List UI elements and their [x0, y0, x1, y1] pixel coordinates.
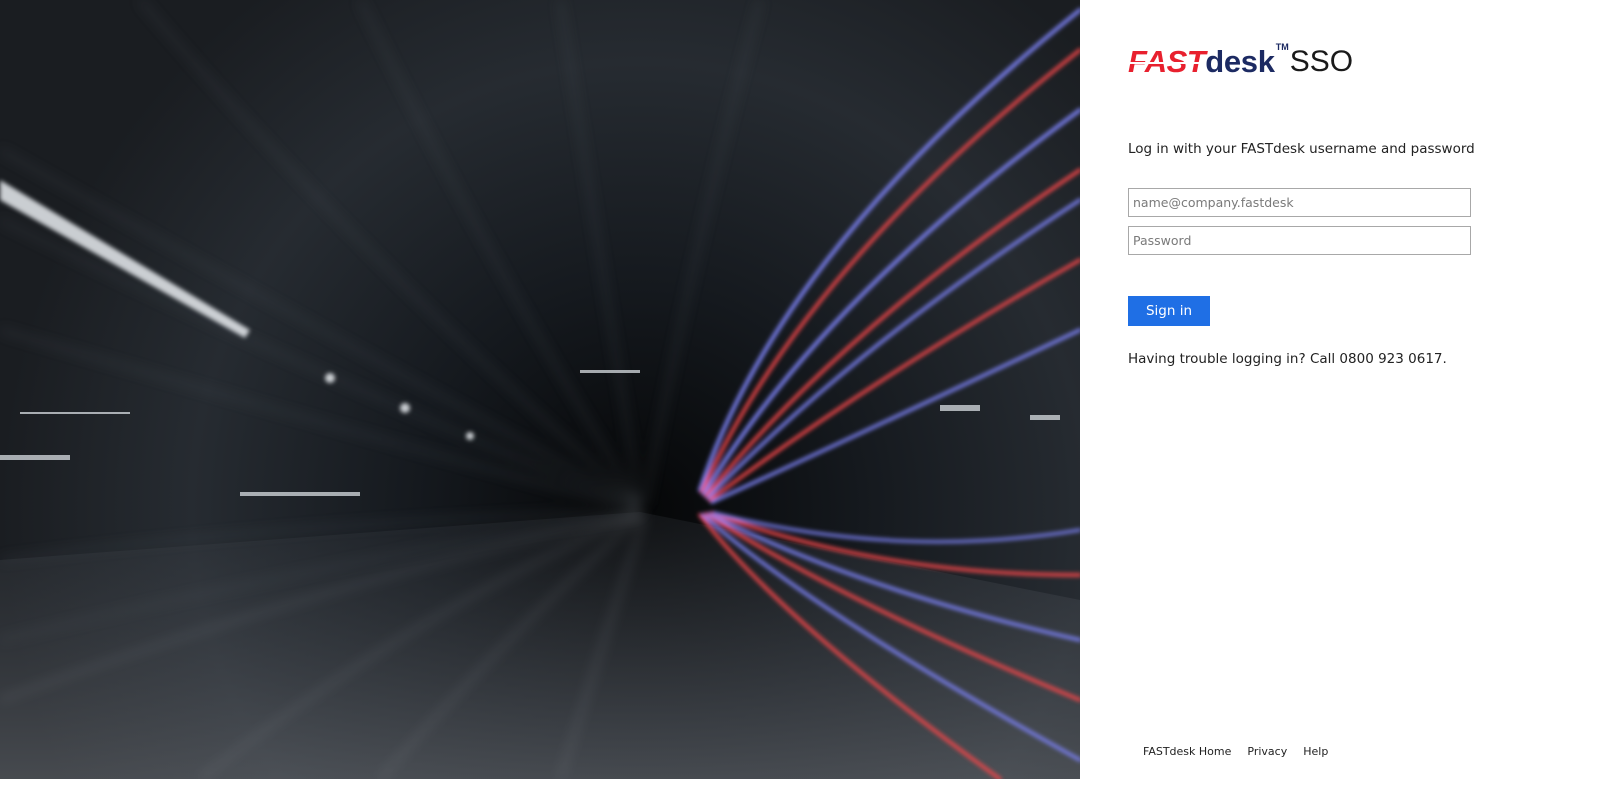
password-input[interactable]: [1128, 226, 1471, 255]
login-instructions: Log in with your FASTdesk username and p…: [1128, 141, 1475, 157]
logo-sso-text: SSO: [1289, 45, 1354, 78]
footer-link-privacy[interactable]: Privacy: [1247, 745, 1287, 758]
trouble-message: Having trouble logging in? Call 0800 923…: [1128, 351, 1447, 367]
logo-desk-text: desk: [1205, 44, 1275, 79]
logo-trademark: TM: [1275, 42, 1289, 52]
footer-link-help[interactable]: Help: [1303, 745, 1328, 758]
login-page: FAST desk TM SSO Log in with your FASTde…: [0, 0, 1599, 794]
light-trails-illustration: [0, 0, 1080, 779]
bottom-strip: [0, 779, 1599, 794]
footer-link-home[interactable]: FASTdesk Home: [1143, 745, 1231, 758]
footer-links: FASTdesk Home Privacy Help: [1143, 745, 1328, 758]
logo-fast-text: FAST: [1124, 44, 1206, 79]
username-input[interactable]: [1128, 188, 1471, 217]
login-panel: FAST desk TM SSO Log in with your FASTde…: [1080, 0, 1599, 779]
hero-image: [0, 0, 1080, 779]
fastdesk-sso-logo: FAST desk TM SSO: [1124, 38, 1354, 79]
sign-in-button[interactable]: Sign in: [1128, 296, 1210, 326]
